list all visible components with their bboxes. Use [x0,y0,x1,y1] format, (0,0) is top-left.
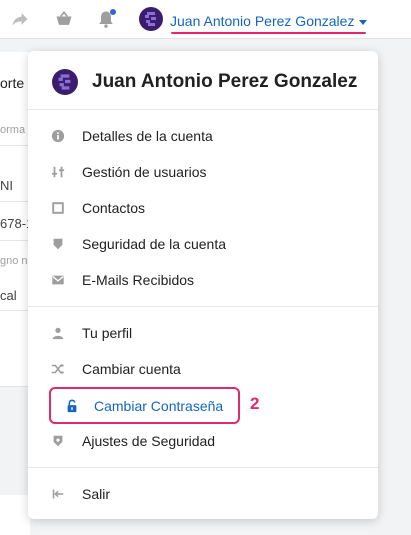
menu-item-security-settings[interactable]: Ajustes de Seguridad [28,423,378,459]
shield-settings-icon [50,433,66,449]
dropdown-user-name: Juan Antonio Perez Gonzalez [92,71,358,92]
menu-item-user-management[interactable]: Gestión de usuarios [28,154,378,190]
menu-item-label: Gestión de usuarios [82,164,207,180]
menu-item-label: Cambiar Contraseña [94,397,224,414]
menu-item-label: Ajustes de Seguridad [82,433,216,449]
divider [28,306,378,307]
user-menu-trigger[interactable]: Juan Antonio Perez Gonzalez [170,9,368,33]
shuffle-icon [50,361,66,377]
dropdown-header: Juan Antonio Perez Gonzalez [28,51,378,110]
divider [28,467,378,468]
menu-item-label: Cambiar cuenta [82,361,181,377]
background-page: orte orma NI 678-1 gno n cal [0,52,30,387]
bg-value: cal [0,288,17,303]
chevron-down-icon [359,19,368,25]
user-dropdown-menu: Juan Antonio Perez Gonzalez Detalles de … [28,51,378,519]
bg-value: NI [0,178,13,193]
menu-item-label: Tu perfil [82,325,133,341]
step-number-badge: 2 [250,394,260,413]
menu-item-label: Salir [82,486,111,502]
unlock-icon [64,398,80,414]
bg-title: orte [0,75,25,91]
menu-item-label: Contactos [82,200,146,216]
menu-item-profile[interactable]: Tu perfil [28,315,378,351]
menu-item-label: E-Mails Recibidos [82,272,195,288]
avatar[interactable] [139,7,163,31]
menu-item-logout[interactable]: Salir [28,476,378,512]
shield-icon [50,236,66,252]
menu-item-contacts[interactable]: Contactos [28,190,378,226]
bell-icon[interactable] [95,8,117,30]
divider [0,145,30,146]
notification-dot [110,9,116,15]
menu-item-label: Detalles de la cuenta [82,128,213,144]
basket-icon[interactable] [53,8,75,30]
logout-icon [50,486,66,502]
sliders-icon [50,164,66,180]
bg-label: gno n [0,255,28,267]
menu-item-account-details[interactable]: Detalles de la cuenta [28,118,378,154]
highlight-underline [171,32,366,34]
divider [0,310,30,311]
background-card [0,495,30,535]
square-icon [50,200,66,216]
divider [0,201,30,202]
divider [0,240,30,241]
menu-item-received-emails[interactable]: E-Mails Recibidos [28,262,378,298]
forward-icon[interactable] [9,8,31,30]
bg-value: 678-1 [0,216,30,231]
bg-label: orma [0,124,26,136]
user-name: Juan Antonio Perez Gonzalez [170,13,355,29]
person-icon [50,325,66,341]
top-bar: Juan Antonio Perez Gonzalez [0,0,411,39]
info-icon [50,128,66,144]
mail-icon [50,272,66,288]
menu-item-account-security[interactable]: Seguridad de la cuenta [28,226,378,262]
avatar [52,69,78,95]
menu-item-change-password[interactable]: Cambiar Contraseña [49,387,240,424]
menu-item-switch-account[interactable]: Cambiar cuenta [28,351,378,387]
menu-item-label: Seguridad de la cuenta [82,236,226,252]
